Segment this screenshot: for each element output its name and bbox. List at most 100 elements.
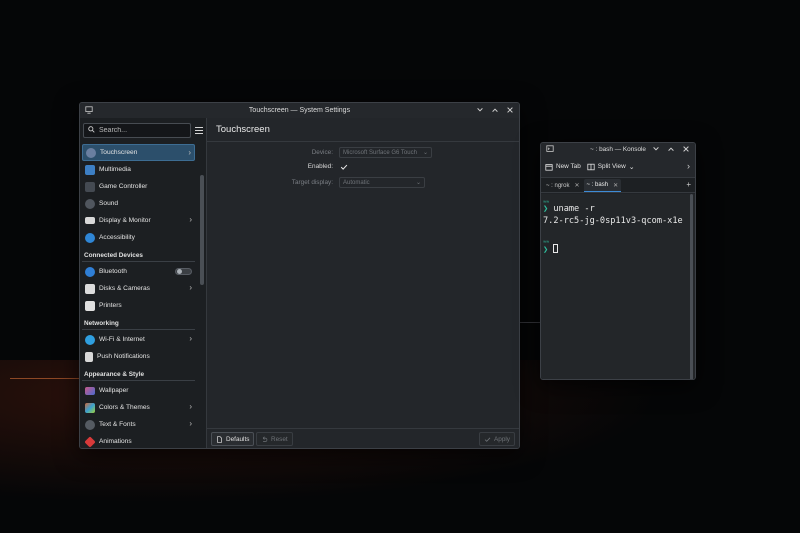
sidebar-item-sound[interactable]: Sound <box>82 195 195 212</box>
sidebar-item-display-monitor[interactable]: Display & Monitor › <box>82 212 195 229</box>
konsole-window: ~ : bash — Konsole New Tab Split View ⌄ … <box>540 142 696 380</box>
new-tab-plus-icon[interactable]: + <box>686 180 691 189</box>
split-view-button[interactable]: Split View ⌄ <box>587 163 635 171</box>
sidebar-item-bluetooth[interactable]: Bluetooth <box>82 263 195 280</box>
sidebar-item-wallpaper[interactable]: Wallpaper <box>82 382 195 399</box>
section-networking: Networking <box>82 314 195 330</box>
settings-footer: Defaults Reset Apply <box>207 428 519 448</box>
konsole-titlebar[interactable]: ~ : bash — Konsole <box>541 143 695 156</box>
chevron-down-icon: ⌄ <box>628 163 635 171</box>
sidebar-item-label: Display & Monitor <box>99 217 151 224</box>
settings-titlebar[interactable]: Touchscreen — System Settings <box>80 103 519 118</box>
apply-label: Apply <box>494 435 510 443</box>
sidebar-item-colors-themes[interactable]: Colors & Themes › <box>82 399 195 416</box>
sidebar-item-touchscreen[interactable]: Touchscreen › <box>82 144 195 161</box>
device-combobox[interactable]: Microsoft Surface G6 Touch ⌄ <box>339 147 432 158</box>
sidebar-item-label: Sound <box>99 200 119 207</box>
game-controller-icon <box>85 181 95 192</box>
sidebar-item-label: Disks & Cameras <box>99 285 150 292</box>
text-fonts-icon <box>85 419 95 430</box>
wallpaper-light-streak <box>520 322 542 323</box>
system-settings-window: Touchscreen — System Settings Touchscree… <box>79 102 520 449</box>
tab-bash[interactable]: ~ : bash ✕ <box>583 179 622 192</box>
prompt-arrow-icon: ❯ <box>543 204 554 214</box>
checkmark-icon <box>484 437 491 442</box>
close-tab-icon[interactable]: ✕ <box>575 182 580 189</box>
accessibility-icon <box>85 232 95 243</box>
reset-label: Reset <box>271 435 288 443</box>
touchscreen-icon <box>86 147 96 158</box>
sidebar-item-multimedia[interactable]: Multimedia <box>82 161 195 178</box>
tab-ngrok[interactable]: ~ : ngrok ✕ <box>543 179 583 192</box>
bluetooth-icon <box>85 266 95 277</box>
sidebar-nav: Touchscreen › Multimedia Game Controller… <box>82 144 195 448</box>
chevron-right-icon: › <box>189 402 192 411</box>
close-tab-icon[interactable]: ✕ <box>613 182 618 189</box>
colors-themes-icon <box>85 402 95 413</box>
konsole-tab-bar: ~ : ngrok ✕ ~ : bash ✕ + <box>541 178 695 193</box>
reset-button[interactable]: Reset <box>256 432 293 446</box>
sidebar-item-accessibility[interactable]: Accessibility <box>82 229 195 246</box>
enabled-checkbox[interactable] <box>339 162 348 171</box>
chevron-right-icon: › <box>189 334 192 343</box>
target-display-combobox[interactable]: Automatic ⌄ <box>339 177 425 188</box>
target-display-value: Automatic <box>343 179 370 186</box>
defaults-button[interactable]: Defaults <box>211 432 255 446</box>
settings-window-title: Touchscreen — System Settings <box>248 107 351 114</box>
sidebar-item-label: Animations <box>99 438 132 445</box>
collapse-icon[interactable] <box>474 104 485 116</box>
terminal-scrollbar[interactable] <box>690 194 693 379</box>
terminal-view[interactable]: ≈≈ ❯ uname -r 7.2-rc5-jg-0sp11v3-qcom-x1… <box>541 194 695 379</box>
wifi-globe-icon <box>85 334 95 345</box>
tab-label: ~ : ngrok <box>546 182 570 189</box>
search-field[interactable] <box>83 123 191 138</box>
split-view-icon <box>587 163 595 170</box>
bluetooth-toggle[interactable] <box>175 268 192 275</box>
chevron-right-icon: › <box>188 148 191 157</box>
target-display-row: Target display: Automatic ⌄ <box>207 177 425 188</box>
sidebar-item-label: Multimedia <box>99 166 131 173</box>
wallpaper-light-streak <box>10 378 80 379</box>
section-connected-devices: Connected Devices <box>82 246 195 262</box>
search-input[interactable] <box>99 127 190 134</box>
sidebar-item-label: Game Controller <box>99 183 148 190</box>
sidebar-item-label: Printers <box>99 302 122 309</box>
sidebar-item-disks-cameras[interactable]: Disks & Cameras › <box>82 280 195 297</box>
sidebar-scrollbar[interactable] <box>200 175 204 285</box>
sidebar-item-game-controller[interactable]: Game Controller <box>82 178 195 195</box>
document-icon <box>217 435 222 443</box>
page-title: Touchscreen <box>207 118 519 142</box>
maximize-icon[interactable] <box>489 104 500 116</box>
sidebar-item-push-notifications[interactable]: Push Notifications <box>82 348 195 365</box>
collapse-icon[interactable] <box>650 143 661 155</box>
split-view-label: Split View <box>597 163 626 170</box>
hamburger-menu-icon[interactable] <box>195 125 203 137</box>
chevron-right-icon: › <box>189 215 192 224</box>
maximize-icon[interactable] <box>665 143 676 155</box>
enabled-row: Enabled: <box>207 162 348 171</box>
sidebar-item-label: Touchscreen <box>100 149 138 156</box>
close-icon[interactable] <box>504 104 515 116</box>
chevron-right-icon[interactable]: › <box>687 162 690 171</box>
sidebar-item-printers[interactable]: Printers <box>82 297 195 314</box>
new-tab-label: New Tab <box>556 163 581 170</box>
sidebar-item-label: Wi-Fi & Internet <box>99 336 145 343</box>
terminal-command-line: ❯ uname -r <box>543 204 595 214</box>
terminal-app-icon <box>546 145 555 154</box>
close-icon[interactable] <box>680 143 691 155</box>
sidebar-item-label: Colors & Themes <box>99 404 150 411</box>
apply-button[interactable]: Apply <box>479 432 515 446</box>
chevron-down-icon: ⌄ <box>422 150 428 156</box>
sidebar-item-label: Text & Fonts <box>99 421 136 428</box>
sidebar-item-wifi-internet[interactable]: Wi-Fi & Internet › <box>82 331 195 348</box>
animations-icon <box>84 435 96 448</box>
chevron-down-icon: ⌄ <box>415 180 421 186</box>
sidebar-item-animations[interactable]: Animations <box>82 433 195 448</box>
sidebar-item-text-fonts[interactable]: Text & Fonts › <box>82 416 195 433</box>
device-value: Microsoft Surface G6 Touch <box>343 149 417 156</box>
new-tab-button[interactable]: New Tab <box>545 163 581 171</box>
multimedia-icon <box>85 164 95 175</box>
chevron-right-icon: › <box>189 283 192 292</box>
terminal-command: uname -r <box>553 204 595 214</box>
sidebar-item-label: Bluetooth <box>99 268 127 275</box>
